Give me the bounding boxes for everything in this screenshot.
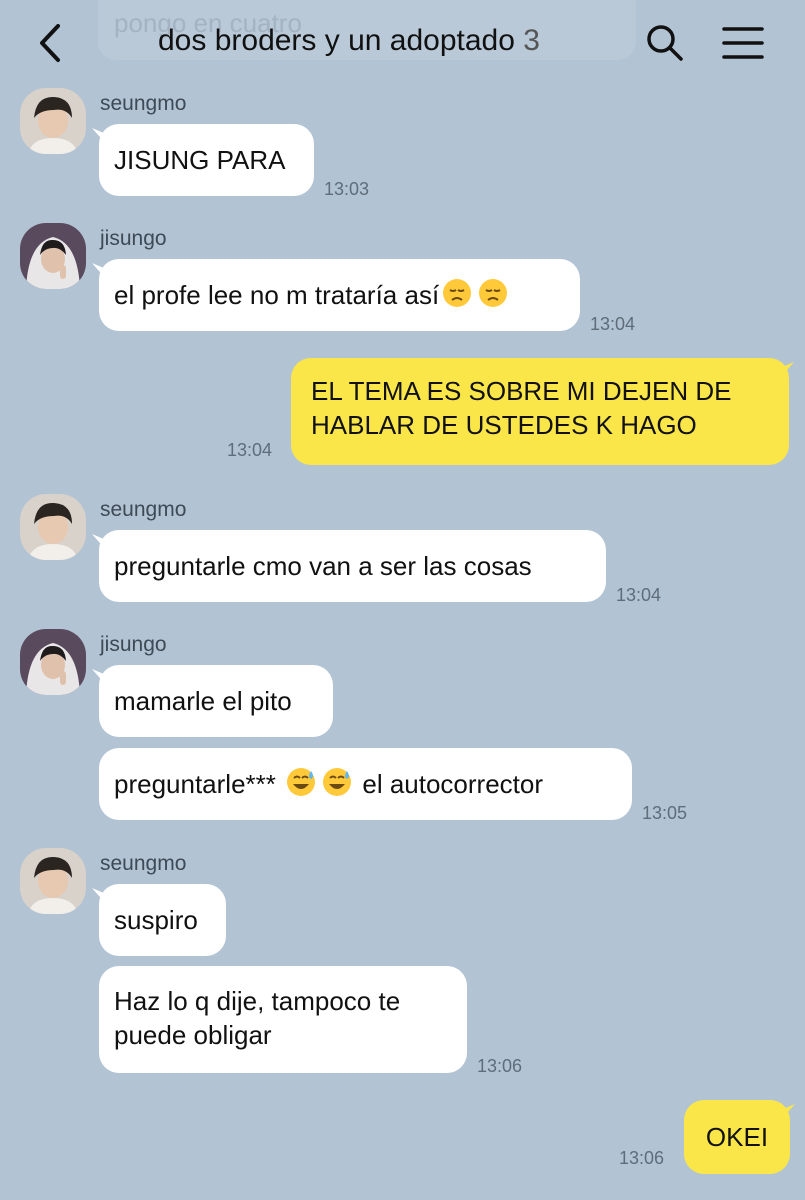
message-text-line: Haz lo q dije, tampoco te: [114, 986, 401, 1016]
sender-name: jisungo: [100, 227, 167, 250]
avatar-seungmo[interactable]: [20, 88, 86, 154]
avatar-seungmo[interactable]: [20, 848, 86, 914]
message-time: 13:03: [324, 179, 370, 199]
my-message-bubble[interactable]: OKEI: [684, 1100, 790, 1174]
sender-name: jisungo: [100, 633, 167, 656]
message-text: preguntarle cmo van a ser las cosas: [114, 551, 532, 581]
avatar-jisungo[interactable]: [20, 223, 86, 289]
message-time: 13:04: [590, 314, 636, 334]
chat-title-text: dos broders y un adoptado: [158, 24, 515, 57]
profile-photo: [20, 88, 86, 154]
message-bubble[interactable]: el profe lee no m trataría así: [99, 259, 580, 331]
message-time: 13:04: [616, 585, 662, 605]
menu-button[interactable]: [720, 24, 766, 64]
disappointed-face-icon: [478, 278, 508, 308]
message-time: 13:04: [227, 440, 273, 460]
message-text: preguntarle***: [114, 769, 276, 799]
my-message-bubble[interactable]: EL TEMA ES SOBRE MI DEJEN DE HABLAR DE U…: [291, 358, 789, 465]
message-bubble[interactable]: suspiro: [99, 884, 226, 956]
message-bubble[interactable]: mamarle el pito: [99, 665, 333, 737]
message-text-line: puede obligar: [114, 1020, 272, 1050]
message-text: el autocorrector: [362, 769, 544, 799]
bubble-tail: [781, 1104, 795, 1120]
message-text: OKEI: [705, 1122, 769, 1152]
message-time: 13:05: [642, 803, 688, 823]
sender-name: seungmo: [100, 852, 187, 875]
message-text: JISUNG PARA: [114, 145, 286, 175]
sender-name: seungmo: [100, 92, 187, 115]
profile-photo: [20, 848, 86, 914]
message-text: el profe lee no m trataría así: [114, 280, 440, 310]
avatar-jisungo[interactable]: [20, 629, 86, 695]
message-bubble[interactable]: preguntarle*** el autocorrector: [99, 748, 632, 820]
message-bubble[interactable]: JISUNG PARA: [99, 124, 314, 196]
search-icon: [647, 25, 683, 61]
message-text: mamarle el pito: [114, 686, 292, 716]
back-button[interactable]: [32, 20, 72, 66]
chevron-left-icon: [40, 24, 60, 62]
message-time: 13:06: [477, 1056, 523, 1076]
hamburger-menu-icon: [722, 27, 764, 59]
message-bubble[interactable]: preguntarle cmo van a ser las cosas: [99, 530, 606, 602]
grinning-sweat-face-icon: [286, 767, 316, 797]
member-count: 3: [523, 24, 540, 57]
message-text-line: EL TEMA ES SOBRE MI DEJEN DE: [311, 376, 732, 406]
avatar-seungmo[interactable]: [20, 494, 86, 560]
profile-photo: [20, 223, 86, 289]
chat-title: dos broders y un adoptado 3: [158, 24, 540, 58]
message-text: suspiro: [114, 905, 198, 935]
sender-name: seungmo: [100, 498, 187, 521]
message-bubble[interactable]: Haz lo q dije, tampoco te puede obligar: [99, 966, 467, 1073]
search-button[interactable]: [644, 22, 686, 64]
profile-photo: [20, 494, 86, 560]
message-time: 13:06: [619, 1148, 665, 1168]
message-text-line: HABLAR DE USTEDES K HAGO: [311, 410, 697, 440]
bubble-tail: [780, 362, 794, 378]
grinning-sweat-face-icon: [322, 767, 352, 797]
profile-photo: [20, 629, 86, 695]
disappointed-face-icon: [442, 278, 472, 308]
